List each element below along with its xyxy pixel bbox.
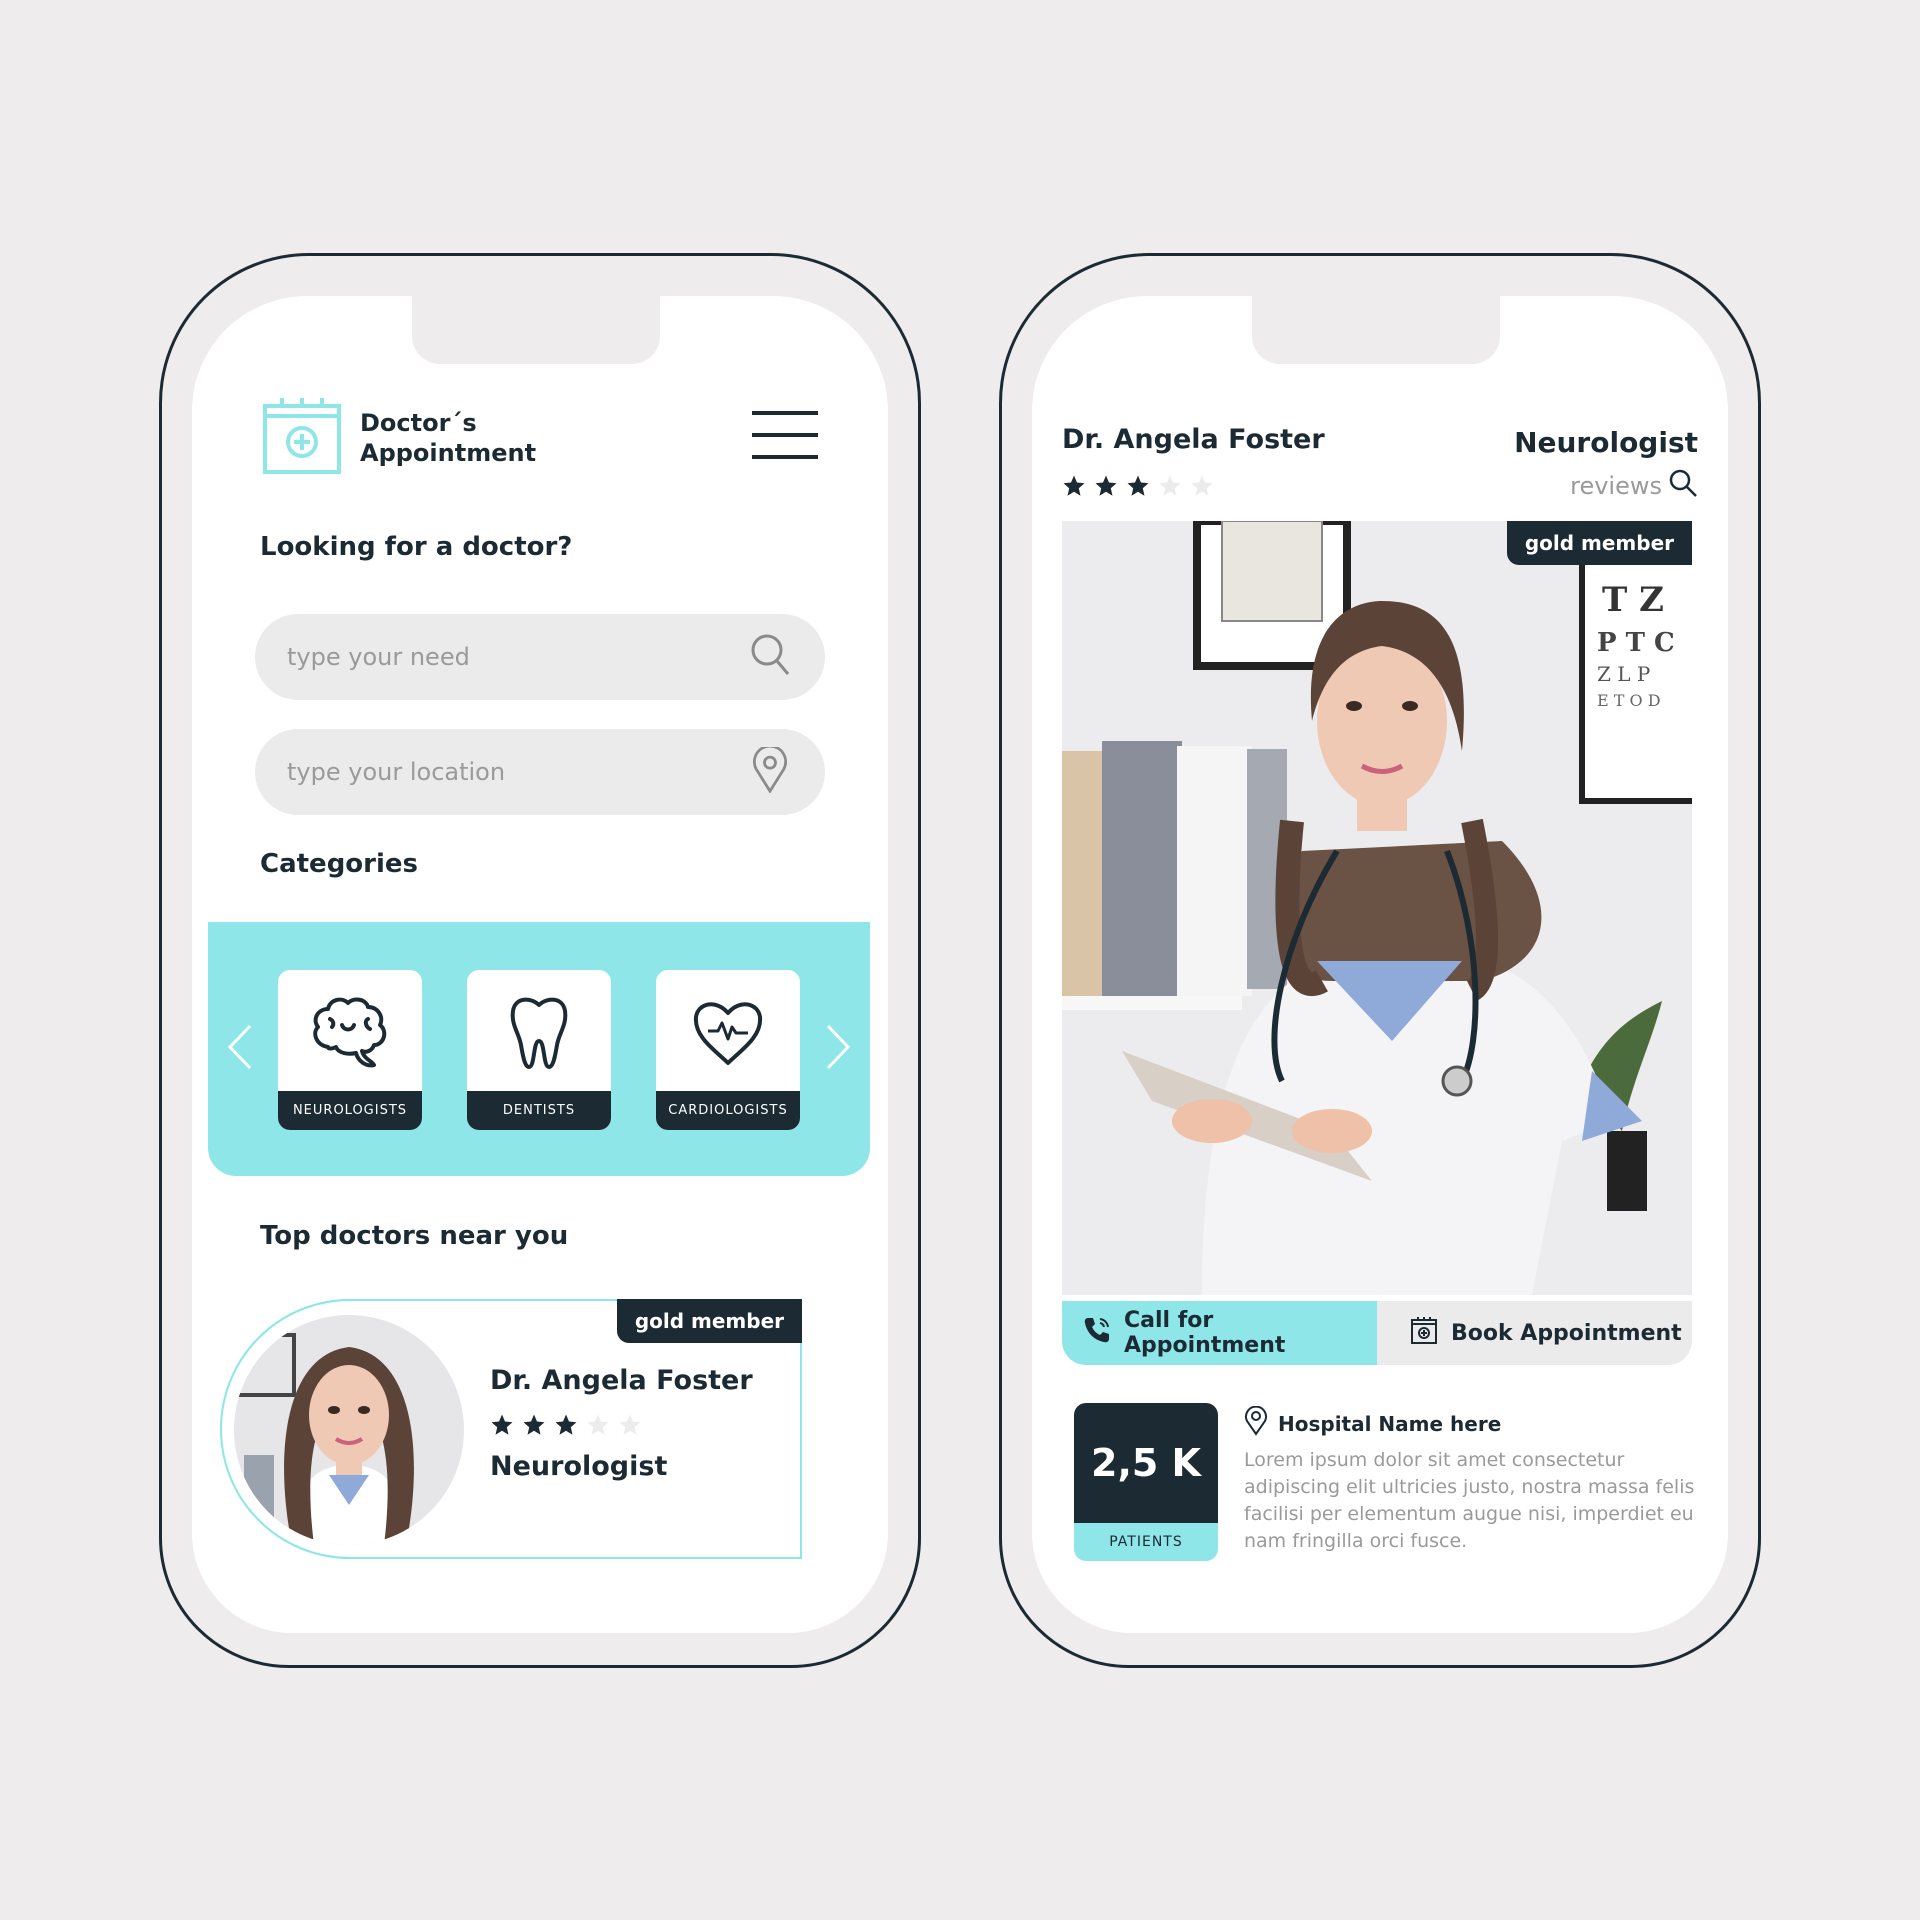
heart-pulse-icon	[656, 970, 800, 1091]
doctor-card[interactable]: gold member Dr. Angela Foster Neurologis…	[220, 1299, 802, 1559]
app-logo: Doctor´s Appointment	[262, 396, 536, 480]
star-empty-icon	[1191, 475, 1213, 496]
book-appointment-button[interactable]: Book Appointment	[1377, 1301, 1692, 1365]
chevron-right-icon[interactable]	[824, 1022, 854, 1072]
star-empty-icon	[619, 1414, 641, 1435]
call-appointment-button[interactable]: Call for Appointment	[1062, 1301, 1377, 1365]
star-empty-icon	[587, 1414, 609, 1435]
star-empty-icon	[1159, 475, 1181, 496]
search-icon[interactable]	[749, 632, 791, 682]
category-neurologists[interactable]: NEUROLOGISTS	[278, 970, 422, 1130]
categories-heading: Categories	[260, 849, 419, 879]
top-doctors-heading: Top doctors near you	[260, 1221, 569, 1251]
need-input[interactable]	[287, 643, 749, 671]
search-icon	[1668, 468, 1698, 504]
calendar-plus-icon	[1409, 1315, 1451, 1351]
star-filled-icon	[555, 1414, 577, 1435]
phone-notch	[1252, 296, 1500, 364]
category-label: DENTISTS	[467, 1091, 611, 1130]
chevron-left-icon[interactable]	[224, 1022, 254, 1072]
star-filled-icon	[523, 1414, 545, 1435]
hospital-info: Hospital Name here Lorem ipsum dolor sit…	[1244, 1405, 1698, 1555]
category-dentists[interactable]: DENTISTS	[467, 970, 611, 1130]
category-label: NEUROLOGISTS	[278, 1091, 422, 1130]
hospital-name-text: Hospital Name here	[1278, 1411, 1502, 1436]
category-label: CARDIOLOGISTS	[656, 1091, 800, 1130]
doctor-name: Dr. Angela Foster	[490, 1365, 753, 1396]
patients-stat: 2,5 K PATIENTS	[1074, 1403, 1218, 1561]
category-cardiologists[interactable]: CARDIOLOGISTS	[656, 970, 800, 1130]
patients-caption: PATIENTS	[1074, 1523, 1218, 1561]
book-appointment-label: Book Appointment	[1451, 1320, 1682, 1346]
reviews-link[interactable]: reviews	[1570, 468, 1698, 504]
phone-call-icon	[1082, 1315, 1124, 1351]
patients-count: 2,5 K	[1074, 1403, 1218, 1523]
rating-stars	[1062, 474, 1214, 498]
star-filled-icon	[1127, 475, 1149, 496]
app-title-line2: Appointment	[360, 439, 537, 467]
looking-heading: Looking for a doctor?	[260, 532, 573, 562]
app-title: Doctor´s Appointment	[360, 408, 536, 468]
map-pin-icon	[1244, 1405, 1268, 1441]
doctor-avatar	[234, 1315, 464, 1545]
svg-text:T Z: T Z	[1602, 580, 1664, 620]
phone-frame-search: Doctor´s Appointment Looking for a docto…	[159, 253, 921, 1668]
star-filled-icon	[1095, 475, 1117, 496]
doctor-name: Dr. Angela Foster	[1062, 424, 1325, 455]
star-filled-icon	[1063, 475, 1085, 496]
location-input[interactable]	[287, 758, 749, 786]
gold-member-badge: gold member	[1506, 521, 1692, 565]
star-filled-icon	[491, 1414, 513, 1435]
svg-text:E T O D: E T O D	[1597, 691, 1661, 710]
doctor-specialty: Neurologist	[1514, 426, 1698, 459]
brain-icon	[278, 970, 422, 1091]
calendar-plus-icon	[262, 396, 342, 480]
hamburger-menu-icon[interactable]	[752, 411, 818, 459]
phone-screen-profile: Dr. Angela Foster Neurologist reviews T …	[1032, 296, 1728, 1633]
hospital-name: Hospital Name here	[1244, 1405, 1698, 1441]
app-title-line1: Doctor´s	[360, 409, 477, 437]
doctor-photo: T Z P T C Z L P E T O D gold member	[1062, 521, 1692, 1295]
gold-member-badge: gold member	[616, 1299, 802, 1343]
phone-frame-profile: Dr. Angela Foster Neurologist reviews T …	[999, 253, 1761, 1668]
phone-notch	[412, 296, 660, 364]
doctor-specialty: Neurologist	[490, 1451, 668, 1482]
menu-bar	[752, 411, 818, 415]
hospital-description: Lorem ipsum dolor sit amet consectetur a…	[1244, 1449, 1695, 1552]
menu-bar	[752, 433, 818, 437]
tooth-icon	[467, 970, 611, 1091]
rating-stars	[490, 1413, 642, 1437]
need-search-field[interactable]	[255, 614, 825, 700]
svg-text:Z L P: Z L P	[1597, 662, 1650, 686]
location-field[interactable]	[255, 729, 825, 815]
phone-screen-search: Doctor´s Appointment Looking for a docto…	[192, 296, 888, 1633]
appointment-actions: Call for Appointment Book Appointment	[1062, 1301, 1692, 1365]
svg-text:P T C: P T C	[1597, 628, 1675, 658]
reviews-label: reviews	[1570, 472, 1662, 500]
menu-bar	[752, 455, 818, 459]
call-appointment-label: Call for Appointment	[1124, 1308, 1286, 1358]
categories-carousel: NEUROLOGISTS DENTISTS CARDIOLOGISTS	[208, 922, 870, 1176]
map-pin-icon[interactable]	[749, 744, 791, 797]
